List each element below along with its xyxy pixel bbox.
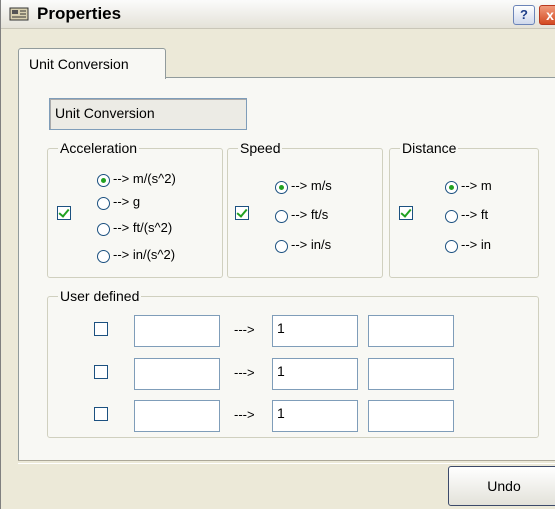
acceleration-option-label: --> ft/(s^2) [113,220,173,235]
user-defined-row-3-from-input[interactable] [134,400,220,432]
factor-value: 1 [277,405,285,421]
acceleration-option-label: --> g [113,194,141,209]
speed-radio-m-s[interactable] [275,181,288,194]
distance-radio-in[interactable] [445,240,458,253]
speed-option-label: --> m/s [291,178,332,193]
distance-radio-m[interactable] [445,181,458,194]
undo-button[interactable]: Undo [448,466,555,506]
close-button[interactable]: x [539,5,555,25]
user-defined-row-3-to-input[interactable] [368,400,454,432]
window-title: Properties [37,4,122,23]
user-defined-row-1-from-input[interactable] [134,315,220,347]
user-defined-legend: User defined [60,288,140,304]
speed-radio-ft-s[interactable] [275,210,288,223]
speed-legend: Speed [240,140,281,156]
user-defined-row-1-factor-input[interactable]: 1 [272,315,358,347]
user-defined-row-1-to-input[interactable] [368,315,454,347]
factor-value: 1 [277,363,285,379]
distance-legend: Distance [402,140,457,156]
footer-separator [18,460,555,464]
distance-option-label: --> ft [461,207,489,222]
acceleration-option-label: --> m/(s^2) [113,171,176,186]
name-field-value: Unit Conversion [55,105,155,121]
speed-radio-in-s[interactable] [275,240,288,253]
user-defined-row-2-from-input[interactable] [134,358,220,390]
acceleration-checkbox[interactable] [57,206,71,220]
acceleration-radio-ft-s2[interactable] [97,223,110,236]
speed-checkbox[interactable] [235,206,249,220]
distance-option-label: --> m [461,178,492,193]
user-defined-row-1-checkbox[interactable] [94,322,108,336]
tab-unit-conversion[interactable]: Unit Conversion [18,48,166,79]
distance-checkbox[interactable] [399,206,413,220]
acceleration-radio-g[interactable] [97,197,110,210]
tab-label: Unit Conversion [29,56,129,72]
speed-option-label: --> ft/s [291,207,329,222]
acceleration-option-label: --> in/(s^2) [113,247,176,262]
conversion-arrow: ---> [234,407,255,422]
user-defined-row-2-to-input[interactable] [368,358,454,390]
factor-value: 1 [277,320,285,336]
properties-window: Properties ? x Unit Conversion Unit Conv… [0,0,555,509]
properties-icon [9,7,29,21]
conversion-arrow: ---> [234,322,255,337]
user-defined-row-2-checkbox[interactable] [94,365,108,379]
conversion-arrow: ---> [234,365,255,380]
acceleration-radio-in-s2[interactable] [97,250,110,263]
acceleration-legend: Acceleration [60,140,138,156]
user-defined-row-3-factor-input[interactable]: 1 [272,400,358,432]
user-defined-row-3-checkbox[interactable] [94,407,108,421]
acceleration-radio-m-s2[interactable] [97,174,110,187]
distance-radio-ft[interactable] [445,210,458,223]
title-bar[interactable]: Properties ? x [1,0,555,29]
distance-option-label: --> in [461,237,491,252]
user-defined-row-2-factor-input[interactable]: 1 [272,358,358,390]
speed-option-label: --> in/s [291,237,332,252]
help-button[interactable]: ? [513,5,535,25]
name-field[interactable]: Unit Conversion [49,98,247,130]
